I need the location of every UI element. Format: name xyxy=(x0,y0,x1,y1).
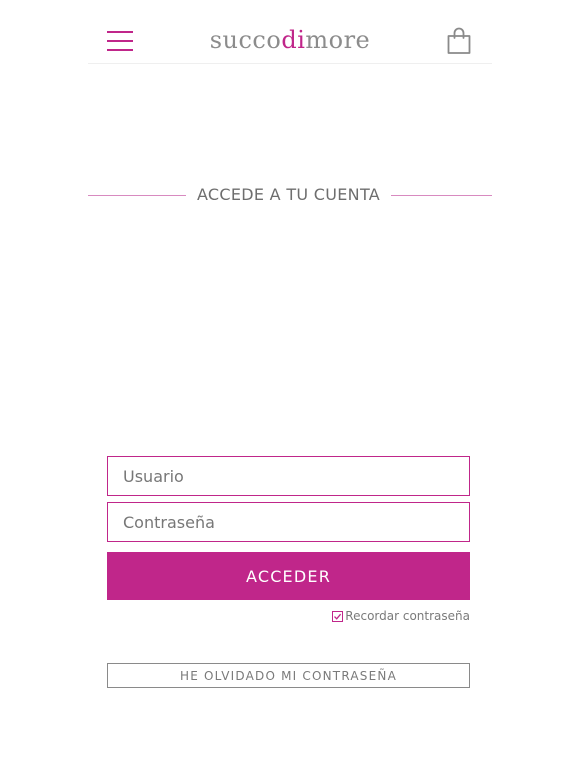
logo-text-succo: succo xyxy=(209,26,282,54)
shopping-bag-icon[interactable] xyxy=(446,27,472,55)
app-header: succodimore xyxy=(88,22,492,64)
logo-text-di: di xyxy=(281,26,306,54)
checkbox-checked-icon[interactable] xyxy=(332,610,344,622)
remember-password-label: Recordar contraseña xyxy=(345,609,470,623)
heading-divider-right xyxy=(391,195,492,196)
page-title: ACCEDE A TU CUENTA xyxy=(196,185,381,204)
username-input[interactable] xyxy=(107,456,470,496)
brand-logo[interactable]: succodimore xyxy=(88,26,492,54)
password-input[interactable] xyxy=(107,502,470,542)
login-heading: ACCEDE A TU CUENTA xyxy=(88,184,492,206)
forgot-password-button[interactable]: HE OLVIDADO MI CONTRASEÑA xyxy=(107,663,470,688)
heading-divider-left xyxy=(88,195,186,196)
remember-password-toggle[interactable]: Recordar contraseña xyxy=(332,608,470,624)
login-button[interactable]: ACCEDER xyxy=(107,552,470,600)
logo-text-more: more xyxy=(305,26,371,54)
